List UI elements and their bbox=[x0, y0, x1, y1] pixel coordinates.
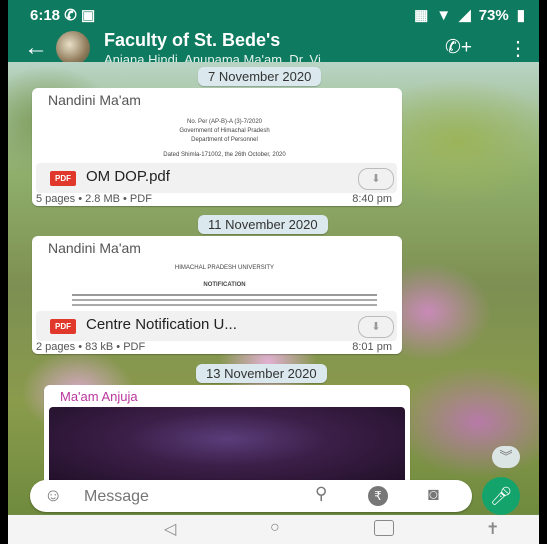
nav-back-icon[interactable]: ◁ bbox=[164, 519, 176, 539]
preview-line: Government of Himachal Pradesh bbox=[179, 128, 270, 134]
message-input-bar: ☺ ⚲ ₹ ◙ bbox=[30, 480, 472, 512]
group-title[interactable]: Faculty of St. Bede's bbox=[104, 30, 280, 51]
message-input[interactable] bbox=[82, 487, 286, 507]
document-row[interactable]: PDF OM DOP.pdf ⬇ bbox=[36, 163, 397, 193]
message-bubble[interactable]: Nandini Ma'am HIMACHAL PRADESH UNIVERSIT… bbox=[32, 236, 402, 354]
signal-icon: ◢ bbox=[459, 7, 471, 24]
mic-button[interactable]: 🎤︎ bbox=[482, 477, 520, 515]
message-bubble[interactable]: Nandini Ma'am No. Per (AP-B)-A (3)-7/202… bbox=[32, 88, 402, 206]
sender-name: Ma'am Anjuja bbox=[60, 389, 138, 404]
payment-icon[interactable]: ₹ bbox=[368, 486, 388, 506]
document-meta: 5 pages • 2.8 MB • PDF bbox=[36, 193, 152, 205]
system-nav-bar: ◁ ○ ✝ bbox=[8, 515, 539, 544]
blurred-media-preview[interactable] bbox=[49, 407, 405, 487]
pdf-icon: PDF bbox=[50, 319, 76, 334]
battery-icon: ▮ bbox=[516, 7, 525, 24]
nav-home-icon[interactable]: ○ bbox=[270, 519, 280, 537]
preview-text-line bbox=[72, 299, 377, 301]
status-time: 6:18 ✆ ▣ bbox=[30, 7, 96, 24]
date-chip: 7 November 2020 bbox=[198, 67, 322, 86]
preview-line: HIMACHAL PRADESH UNIVERSITY bbox=[174, 265, 275, 271]
document-preview[interactable]: No. Per (AP-B)-A (3)-7/2020 Government o… bbox=[52, 110, 397, 166]
emoji-icon[interactable]: ☺ bbox=[44, 485, 62, 506]
download-icon[interactable]: ⬇ bbox=[358, 168, 394, 190]
group-avatar[interactable] bbox=[56, 31, 90, 65]
gallery-icon: ▣ bbox=[80, 7, 96, 24]
sender-name: Nandini Ma'am bbox=[48, 240, 141, 256]
message-time: 8:01 pm bbox=[352, 341, 392, 353]
preview-line: Department of Personnel bbox=[191, 137, 258, 143]
date-chip: 11 November 2020 bbox=[198, 215, 328, 234]
pdf-icon: PDF bbox=[50, 171, 76, 186]
back-arrow-icon[interactable]: ← bbox=[24, 34, 48, 62]
camera-icon[interactable]: ◙ bbox=[428, 484, 439, 505]
status-bar: 6:18 ✆ ▣ ▦ ▼ ◢ 73% ▮ bbox=[8, 0, 539, 28]
message-bubble[interactable]: Ma'am Anjuja bbox=[44, 385, 410, 495]
attach-icon[interactable]: ⚲ bbox=[315, 484, 327, 504]
preview-line: Dated Shimla-171002, the 26th October, 2… bbox=[163, 152, 286, 158]
call-status-icon: ✆ bbox=[64, 7, 77, 24]
status-icons: ▦ ▼ ◢ 73% ▮ bbox=[414, 6, 525, 25]
more-options-icon[interactable]: ⋮ bbox=[508, 36, 528, 61]
preview-line: No. Per (AP-B)-A (3)-7/2020 bbox=[186, 119, 263, 125]
wifi-icon: ▼ bbox=[436, 6, 452, 24]
date-chip: 13 November 2020 bbox=[196, 364, 327, 383]
document-preview[interactable]: HIMACHAL PRADESH UNIVERSITY NOTIFICATION bbox=[52, 258, 397, 314]
nfc-icon: ▦ bbox=[414, 7, 429, 24]
document-meta: 2 pages • 83 kB • PDF bbox=[36, 341, 146, 353]
document-row[interactable]: PDF Centre Notification U... ⬇ bbox=[36, 311, 397, 341]
mic-icon: 🎤︎ bbox=[489, 486, 513, 506]
add-call-icon[interactable]: ✆+ bbox=[445, 36, 472, 59]
document-name: Centre Notification U... bbox=[86, 316, 237, 333]
preview-text-line bbox=[72, 294, 377, 296]
download-icon[interactable]: ⬇ bbox=[358, 316, 394, 338]
accessibility-icon[interactable]: ✝ bbox=[486, 519, 499, 539]
preview-line: NOTIFICATION bbox=[203, 282, 246, 288]
scroll-to-bottom-button[interactable]: ︾ bbox=[492, 446, 520, 468]
battery-percent: 73% bbox=[478, 6, 509, 24]
sender-name: Nandini Ma'am bbox=[48, 92, 141, 108]
phone-screen: 6:18 ✆ ▣ ▦ ▼ ◢ 73% ▮ ← Faculty of St. Be… bbox=[8, 0, 539, 544]
document-name: OM DOP.pdf bbox=[86, 168, 170, 185]
nav-recent-apps-icon[interactable] bbox=[374, 520, 394, 536]
preview-text-line bbox=[72, 304, 377, 306]
message-time: 8:40 pm bbox=[352, 193, 392, 205]
